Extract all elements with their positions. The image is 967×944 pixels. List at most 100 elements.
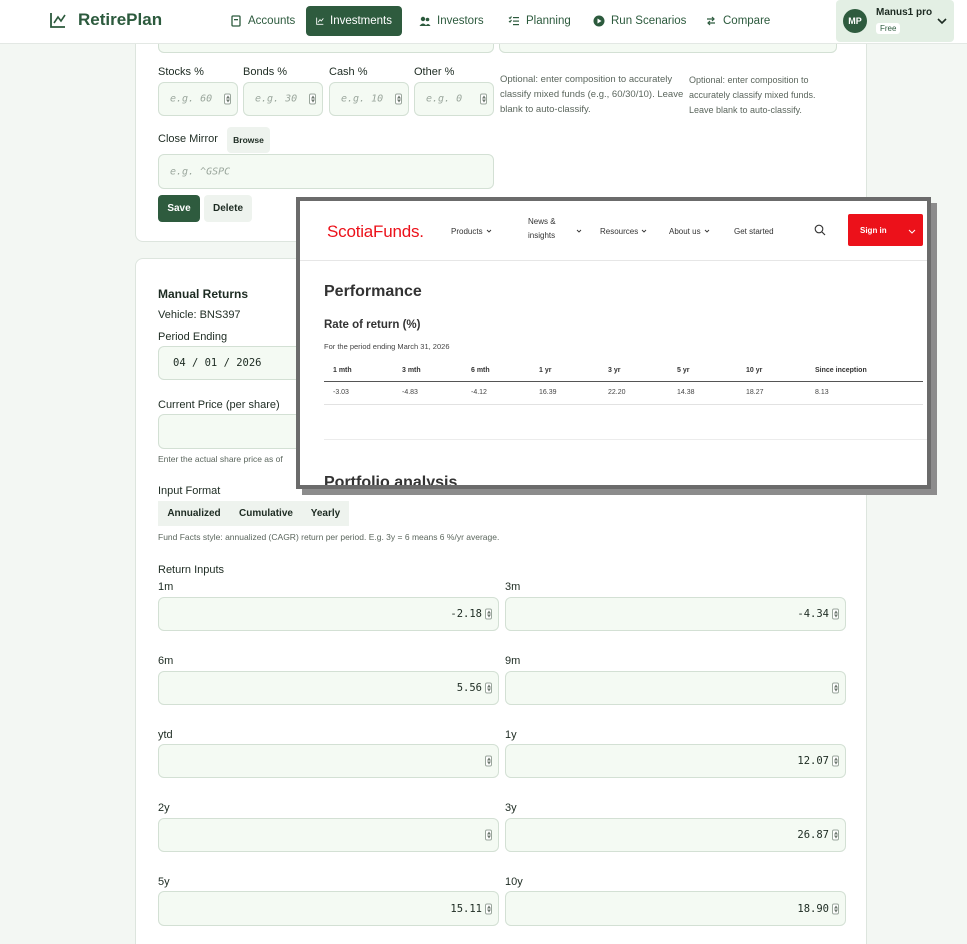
- return-10y-input[interactable]: 18.90: [505, 891, 846, 926]
- format-cumulative-button[interactable]: Cumulative: [230, 501, 302, 526]
- close-mirror-label: Close Mirror: [158, 133, 218, 145]
- return-6m-value: 5.56: [456, 682, 482, 694]
- return-3y-value: 26.87: [797, 829, 829, 841]
- stepper-icon[interactable]: [832, 829, 839, 841]
- manual-returns-title: Manual Returns: [158, 287, 249, 301]
- nav-accounts[interactable]: Accounts: [220, 6, 305, 36]
- vehicle-label: Vehicle: BNS397: [158, 309, 241, 321]
- stocks-input[interactable]: e.g. 60: [158, 82, 238, 116]
- stocks-label: Stocks %: [158, 66, 204, 78]
- col-10yr: 10 yr: [746, 367, 763, 374]
- retireplan-logo-icon: [50, 13, 66, 28]
- val-since-inception: 8.13: [815, 389, 829, 396]
- stepper-icon[interactable]: [224, 93, 231, 105]
- section-divider: [324, 439, 927, 440]
- stepper-icon[interactable]: [485, 608, 492, 620]
- brand[interactable]: RetirePlan: [48, 10, 162, 30]
- chevron-down-icon: [576, 229, 582, 233]
- bonds-placeholder: e.g. 30: [255, 93, 298, 105]
- bonds-input[interactable]: e.g. 30: [243, 82, 323, 116]
- stepper-icon[interactable]: [832, 903, 839, 914]
- stepper-icon[interactable]: [485, 903, 492, 914]
- return-5y-input[interactable]: 15.11: [158, 891, 499, 926]
- chevron-down-icon[interactable]: [937, 16, 947, 26]
- scotia-nav-products[interactable]: Products: [451, 201, 492, 261]
- delete-button[interactable]: Delete: [204, 195, 252, 222]
- scotia-nav-products-label: Products: [451, 226, 483, 236]
- portfolio-analysis-title: Portfolio analysis: [324, 474, 458, 485]
- scotiafunds-page: ScotiaFunds. Products News & insights Re…: [300, 201, 927, 485]
- other-input[interactable]: e.g. 0: [414, 82, 494, 116]
- return-3m-input[interactable]: -4.34: [505, 597, 846, 631]
- search-icon[interactable]: [814, 224, 826, 236]
- nav-compare[interactable]: Compare: [695, 6, 780, 36]
- col-3yr: 3 yr: [608, 367, 621, 374]
- stepper-icon[interactable]: [485, 755, 492, 767]
- val-1yr: 16.39: [539, 389, 557, 396]
- compare-arrows-icon: [707, 16, 715, 26]
- stepper-icon[interactable]: [485, 829, 492, 841]
- format-yearly-button[interactable]: Yearly: [302, 501, 349, 526]
- scotia-nav-resources[interactable]: Resources: [600, 201, 647, 261]
- return-6m-label: 6m: [158, 655, 174, 667]
- list-check-icon: [508, 16, 519, 26]
- stepper-icon[interactable]: [832, 682, 839, 694]
- user-menu[interactable]: MP Manus1 pro Free: [836, 0, 954, 42]
- brand-name: RetirePlan: [78, 10, 163, 29]
- composition-hint: Optional: enter composition to accuratel…: [500, 74, 684, 115]
- return-3y-input[interactable]: 26.87: [505, 818, 846, 852]
- current-price-hint: Enter the actual share price as of: [158, 454, 283, 464]
- val-6mth: -4.12: [471, 389, 487, 396]
- scotia-nav-about[interactable]: About us: [669, 201, 710, 261]
- plan-badge: Free: [876, 23, 901, 34]
- return-ytd-input[interactable]: [158, 744, 499, 778]
- input-format-label: Input Format: [158, 485, 221, 497]
- nav-planning[interactable]: Planning: [498, 6, 581, 36]
- cash-placeholder: e.g. 10: [341, 93, 384, 105]
- return-3y-label: 3y: [505, 802, 517, 814]
- val-10yr: 18.27: [746, 389, 764, 396]
- current-price-label: Current Price (per share): [158, 399, 280, 411]
- bonds-label: Bonds %: [243, 66, 288, 78]
- return-9m-label: 9m: [505, 655, 521, 667]
- stepper-icon[interactable]: [480, 93, 487, 105]
- other-label: Other %: [414, 66, 455, 78]
- nav-compare-label: Compare: [723, 15, 771, 27]
- browse-button[interactable]: Browse: [227, 127, 270, 153]
- play-circle-icon: [593, 15, 605, 27]
- scotia-nav-get-started[interactable]: Get started: [734, 201, 774, 261]
- scotiafunds-logo[interactable]: ScotiaFunds.: [327, 222, 424, 242]
- stepper-icon[interactable]: [395, 93, 402, 105]
- stepper-icon[interactable]: [832, 608, 839, 620]
- return-2y-input[interactable]: [158, 818, 499, 852]
- period-ending-label: Period Ending: [158, 331, 228, 343]
- nav-investments-label: Investments: [330, 15, 392, 27]
- stepper-icon[interactable]: [485, 682, 492, 694]
- wallet-icon: [231, 15, 241, 27]
- return-1y-input[interactable]: 12.07: [505, 744, 846, 778]
- other-placeholder: e.g. 0: [426, 93, 463, 105]
- nav-investors[interactable]: Investors: [409, 6, 494, 36]
- table-row-rule: [324, 404, 923, 405]
- nav-investments[interactable]: Investments: [306, 6, 402, 36]
- performance-title: Performance: [324, 283, 422, 300]
- col-1yr: 1 yr: [539, 367, 552, 374]
- stepper-icon[interactable]: [832, 755, 839, 767]
- sign-in-button[interactable]: Sign in: [848, 214, 923, 246]
- cash-input[interactable]: e.g. 10: [329, 82, 409, 116]
- close-mirror-input[interactable]: e.g. ^GSPC: [158, 154, 494, 189]
- scotia-nav-news[interactable]: News & insights: [528, 215, 556, 243]
- nav-run-scenarios[interactable]: Run Scenarios: [583, 6, 696, 36]
- return-1m-label: 1m: [158, 581, 174, 593]
- close-mirror-placeholder: e.g. ^GSPC: [170, 166, 231, 177]
- format-annualized-button[interactable]: Annualized: [158, 501, 230, 526]
- return-9m-input[interactable]: [505, 671, 846, 705]
- return-1m-input[interactable]: -2.18: [158, 597, 499, 631]
- scotiafunds-header: ScotiaFunds. Products News & insights Re…: [300, 201, 927, 261]
- period-note: For the period ending March 31, 2026: [324, 342, 450, 351]
- save-button[interactable]: Save: [158, 195, 200, 222]
- val-1mth: -3.03: [333, 389, 349, 396]
- stepper-icon[interactable]: [309, 93, 316, 105]
- chevron-down-icon: [908, 229, 916, 234]
- return-6m-input[interactable]: 5.56: [158, 671, 499, 705]
